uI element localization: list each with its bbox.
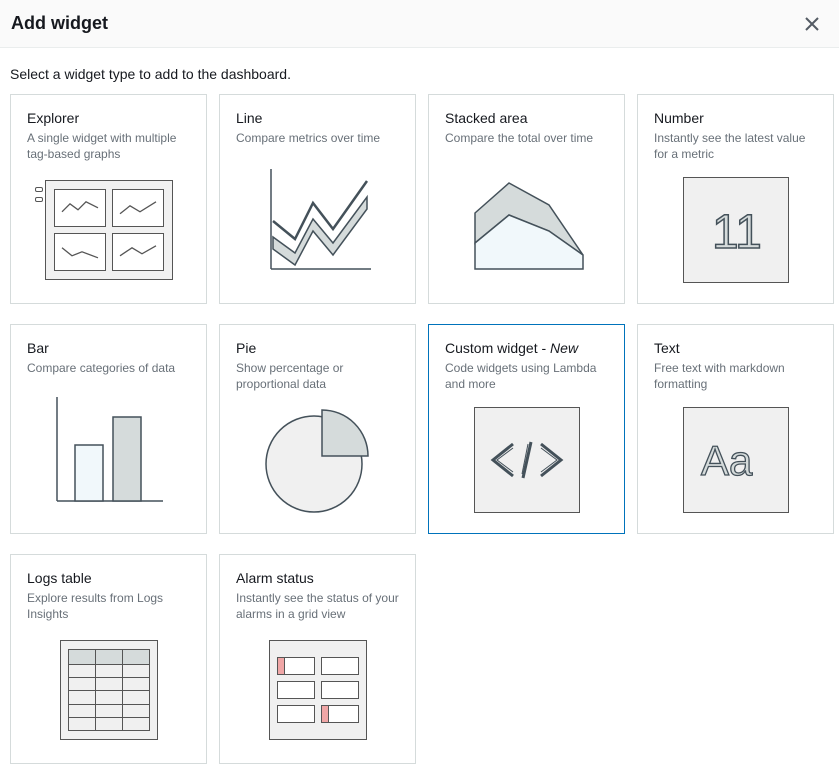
close-button[interactable]: [802, 14, 822, 34]
dialog-title: Add widget: [11, 13, 108, 34]
add-widget-dialog: Add widget Select a widget type to add t…: [0, 0, 839, 784]
widget-card-logs-table[interactable]: Logs table Explore results from Logs Ins…: [10, 554, 207, 764]
explorer-icon: [27, 171, 190, 289]
dialog-subtitle: Select a widget type to add to the dashb…: [10, 66, 829, 82]
card-title: Custom widget - New: [445, 339, 608, 357]
card-desc: Compare categories of data: [27, 360, 190, 376]
widget-card-explorer[interactable]: Explorer A single widget with multiple t…: [10, 94, 207, 304]
card-desc: Show percentage or proportional data: [236, 360, 399, 392]
card-title: Explorer: [27, 109, 190, 127]
widget-card-number[interactable]: Number Instantly see the latest value fo…: [637, 94, 834, 304]
card-title: Bar: [27, 339, 190, 357]
widget-card-stacked-area[interactable]: Stacked area Compare the total over time: [428, 94, 625, 304]
widget-card-alarm-status[interactable]: Alarm status Instantly see the status of…: [219, 554, 416, 764]
card-title: Number: [654, 109, 817, 127]
widget-card-pie[interactable]: Pie Show percentage or proportional data: [219, 324, 416, 534]
dialog-header: Add widget: [0, 0, 839, 48]
widget-card-line[interactable]: Line Compare metrics over time: [219, 94, 416, 304]
text-icon: Aa: [654, 401, 817, 519]
widget-card-bar[interactable]: Bar Compare categories of data: [10, 324, 207, 534]
card-desc: Explore results from Logs Insights: [27, 590, 190, 622]
card-desc: Code widgets using Lambda and more: [445, 360, 608, 392]
dialog-body: Select a widget type to add to the dashb…: [0, 48, 839, 784]
pie-chart-icon: [236, 401, 399, 519]
card-title: Logs table: [27, 569, 190, 587]
card-desc: Free text with markdown formatting: [654, 360, 817, 392]
card-title-new: New: [550, 340, 578, 356]
card-desc: A single widget with multiple tag-based …: [27, 130, 190, 162]
card-title: Alarm status: [236, 569, 399, 587]
card-desc: Compare the total over time: [445, 130, 608, 146]
number-icon: 11: [654, 171, 817, 289]
card-desc: Instantly see the status of your alarms …: [236, 590, 399, 622]
card-title: Stacked area: [445, 109, 608, 127]
card-title: Pie: [236, 339, 399, 357]
stacked-area-icon: [445, 154, 608, 289]
card-desc: Instantly see the latest value for a met…: [654, 130, 817, 162]
card-title: Text: [654, 339, 817, 357]
widget-card-custom[interactable]: Custom widget - New Code widgets using L…: [428, 324, 625, 534]
logs-table-icon: [27, 631, 190, 749]
code-icon: [445, 401, 608, 519]
close-icon: [805, 17, 819, 31]
card-title-prefix: Custom widget -: [445, 340, 550, 356]
card-title: Line: [236, 109, 399, 127]
widget-card-text[interactable]: Text Free text with markdown formatting …: [637, 324, 834, 534]
alarm-status-icon: [236, 631, 399, 749]
line-chart-icon: [236, 154, 399, 289]
svg-text:Aa: Aa: [701, 437, 753, 484]
card-desc: Compare metrics over time: [236, 130, 399, 146]
svg-text:11: 11: [712, 206, 762, 256]
bar-chart-icon: [27, 384, 190, 519]
widget-grid: Explorer A single widget with multiple t…: [10, 94, 829, 764]
